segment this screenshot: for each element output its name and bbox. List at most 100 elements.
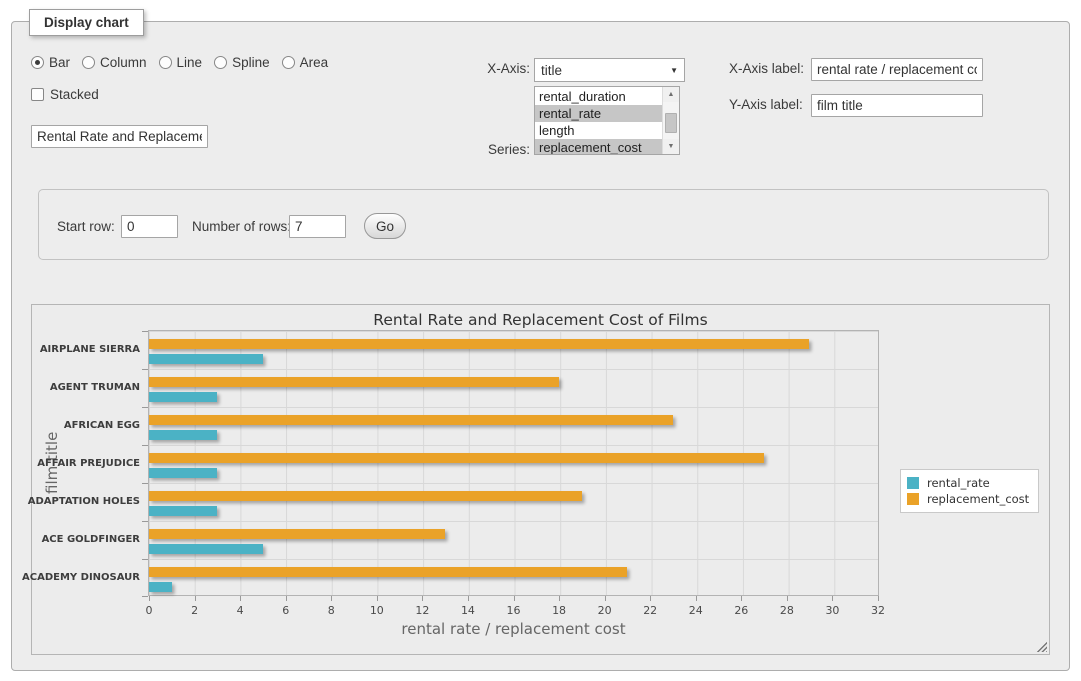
x-axis-tick [650,596,651,601]
x-axis-tick [832,596,833,601]
x-axis-tick-label: 32 [871,604,885,617]
stacked-option[interactable]: Stacked [31,87,99,102]
x-axis-tick [605,596,606,601]
legend-item-replacement_cost: replacement_cost [907,492,1029,506]
x-axis-tick-label: 8 [328,604,335,617]
number-of-rows-input[interactable] [289,215,346,238]
x-axis-tick [559,596,560,601]
resize-handle-icon[interactable] [1036,641,1047,652]
radio-bar[interactable] [31,56,44,69]
y-category-label: AGENT TRUMAN [50,369,140,407]
y-axis-tick [142,331,148,332]
bar-replacement_cost [149,415,673,425]
bar-replacement_cost [149,339,809,349]
bar-replacement_cost [149,453,764,463]
x-axis-tick [741,596,742,601]
series-option-length[interactable]: length [535,122,662,139]
x-axis-tick [331,596,332,601]
app-screen: Display chart BarColumnLineSplineArea St… [0,0,1081,681]
x-axis-select-label: X-Axis: [459,61,530,76]
bar-rental_rate [149,544,263,554]
x-axis-tick [468,596,469,601]
y-axis-tick [142,559,148,560]
radio-area[interactable] [282,56,295,69]
x-axis-tick [787,596,788,601]
go-button[interactable]: Go [364,213,406,239]
x-axis-tick [240,596,241,601]
y-axis-tick [142,521,148,522]
number-of-rows-label: Number of rows: [192,219,291,234]
x-axis-tick-label: 24 [689,604,703,617]
y-axis-tick [142,407,148,408]
radio-label-area: Area [300,55,329,70]
x-axis-select[interactable]: title ▼ [534,58,685,82]
y-axis-tick [142,483,148,484]
y-axis-label-label: Y-Axis label: [729,97,803,112]
scroll-down-icon[interactable]: ▼ [663,139,679,154]
series-option-rental_duration[interactable]: rental_duration [535,88,662,105]
radio-column[interactable] [82,56,95,69]
x-axis-label-input[interactable] [811,58,983,81]
chart-type-option-area[interactable]: Area [282,55,329,70]
legend-swatch-rental_rate [907,477,919,489]
x-axis-tick [149,596,150,601]
x-axis-selected-value: title [541,63,670,78]
scroll-up-icon[interactable]: ▲ [663,87,679,102]
chart-type-option-bar[interactable]: Bar [31,55,70,70]
bar-replacement_cost [149,529,445,539]
y-category-label: AFRICAN EGG [64,407,140,445]
chart-type-radio-group: Bar Column Line Spline Area [31,55,334,70]
series-scrollbar[interactable]: ▲ ▼ [662,87,679,154]
x-axis-tick [195,596,196,601]
radio-label-line: Line [177,55,203,70]
chart-type-option-spline[interactable]: Spline [214,55,270,70]
chart-x-axis-title: rental rate / replacement cost [148,620,879,638]
chart-type-option-line[interactable]: Line [159,55,203,70]
x-axis-tick [377,596,378,601]
stacked-label: Stacked [50,87,99,102]
legend-label-replacement_cost: replacement_cost [927,492,1029,506]
x-axis-tick [422,596,423,601]
bar-replacement_cost [149,491,582,501]
start-row-input[interactable] [121,215,178,238]
chart-type-option-column[interactable]: Column [82,55,147,70]
x-axis-tick-label: 14 [461,604,475,617]
x-axis-tick [514,596,515,601]
x-axis-tick [878,596,879,601]
x-axis-tick-label: 30 [825,604,839,617]
scrollbar-thumb[interactable] [665,113,677,133]
series-option-rental_rate[interactable]: rental_rate [535,105,662,122]
x-axis-label-label: X-Axis label: [729,61,804,76]
y-axis-label-input[interactable] [811,94,983,117]
radio-line[interactable] [159,56,172,69]
chart-title: Rental Rate and Replacement Cost of Film… [32,311,1049,329]
chart-panel: Rental Rate and Replacement Cost of Film… [31,304,1050,655]
radio-label-bar: Bar [49,55,70,70]
y-axis-tick [142,369,148,370]
stacked-checkbox[interactable] [31,88,44,101]
radio-spline[interactable] [214,56,227,69]
x-axis-tick-label: 28 [780,604,794,617]
x-axis-tick-label: 10 [370,604,384,617]
y-category-label: AIRPLANE SIERRA [40,331,140,369]
x-axis-tick-label: 6 [282,604,289,617]
legend-swatch-replacement_cost [907,493,919,505]
bar-rental_rate [149,506,217,516]
series-select-label: Series: [459,142,530,157]
series-multiselect[interactable]: rental_durationrental_ratelengthreplacem… [534,86,680,155]
bar-rental_rate [149,582,172,592]
radio-label-column: Column [100,55,147,70]
start-row-label: Start row: [57,219,115,234]
series-options: rental_durationrental_ratelengthreplacem… [535,88,662,155]
series-option-replacement_cost[interactable]: replacement_cost [535,139,662,155]
y-category-label: ACE GOLDFINGER [42,521,140,559]
x-axis-tick-label: 22 [643,604,657,617]
legend-label-rental_rate: rental_rate [927,476,990,490]
bar-rental_rate [149,392,217,402]
bar-rental_rate [149,430,217,440]
x-axis-tick-label: 16 [507,604,521,617]
chart-title-input[interactable] [31,125,208,148]
x-axis-tick-label: 12 [415,604,429,617]
x-axis-tick [286,596,287,601]
bar-replacement_cost [149,567,627,577]
